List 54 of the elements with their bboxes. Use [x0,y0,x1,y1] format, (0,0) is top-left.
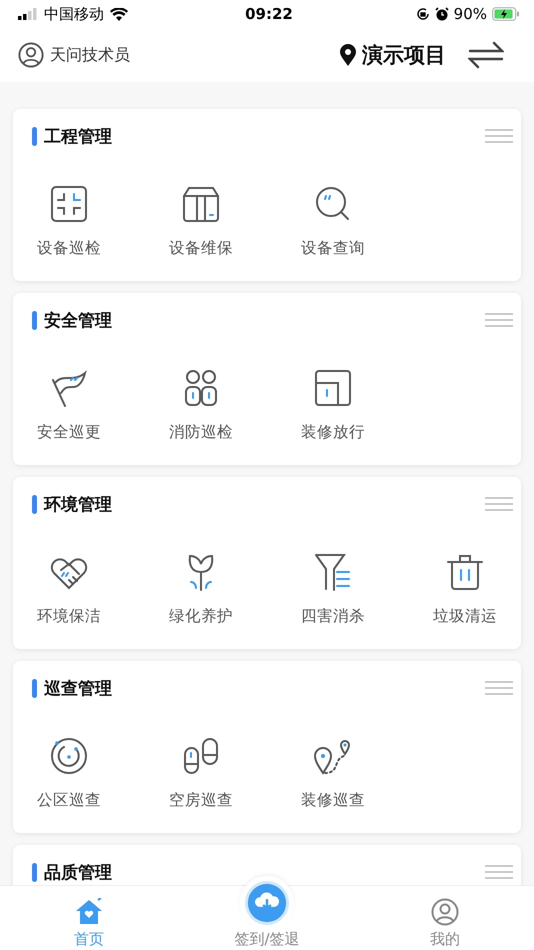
user-name: 天问技术员 [50,44,131,66]
location-pin-icon [340,44,356,66]
wifi-icon [110,8,128,20]
cabinet-icon [181,184,221,224]
carrier-name: 中国移动 [44,4,104,24]
scan-icon [49,184,89,224]
alarm-icon [434,7,449,21]
menu-item[interactable]: 四害消杀 [277,552,389,627]
menu-item[interactable]: 装修巡查 [277,736,389,811]
section-title: 工程管理 [44,126,113,148]
accent-bar [32,126,37,146]
accent-bar [32,678,37,698]
switch-arrows-icon[interactable] [468,41,504,69]
drag-handle-icon[interactable] [485,313,513,327]
drag-handle-icon[interactable] [485,497,513,511]
signal-icon [18,8,38,20]
menu-item[interactable]: 设备巡检 [13,184,125,259]
profile-icon [431,898,459,926]
drag-handle-icon[interactable] [485,681,513,695]
battery-percent: 90% [454,5,487,23]
menu-item[interactable]: 绿化养护 [145,552,257,627]
drag-handle-icon[interactable] [485,129,513,143]
door-icon [313,368,353,408]
user-icon[interactable] [18,42,44,68]
accent-bar [32,862,37,882]
footprints-icon [181,736,221,776]
cloud-download-icon [245,881,289,925]
accent-bar [32,494,37,514]
flag-icon [49,368,89,408]
trash-icon [445,552,485,592]
menu-item[interactable]: 垃圾清运 [409,552,521,627]
accent-bar [32,310,37,330]
section-title: 环境管理 [44,494,113,516]
tab-item[interactable]: 签到/签退 [178,886,356,950]
menu-item[interactable]: 设备维保 [145,184,257,259]
status-time: 09:22 [245,5,293,23]
funnel-icon [313,552,353,592]
section-title: 巡查管理 [44,678,113,700]
home-icon [74,898,104,926]
section-title: 安全管理 [44,310,113,332]
menu-item[interactable]: 安全巡更 [13,368,125,443]
menu-item[interactable]: 空房巡查 [145,736,257,811]
radar-icon [49,736,89,776]
menu-item[interactable]: 装修放行 [277,368,389,443]
drag-handle-icon[interactable] [485,865,513,879]
tab-item[interactable]: 我的 [356,886,534,950]
project-name[interactable]: 演示项目 [362,41,446,69]
menu-item[interactable]: 公区巡查 [13,736,125,811]
section-title: 品质管理 [44,862,113,884]
menu-item[interactable]: 消防巡检 [145,368,257,443]
menu-item[interactable]: 环境保洁 [13,552,125,627]
menu-item[interactable]: 设备查询 [277,184,389,259]
rotation-lock-icon [416,7,430,21]
battery-icon [492,7,520,21]
